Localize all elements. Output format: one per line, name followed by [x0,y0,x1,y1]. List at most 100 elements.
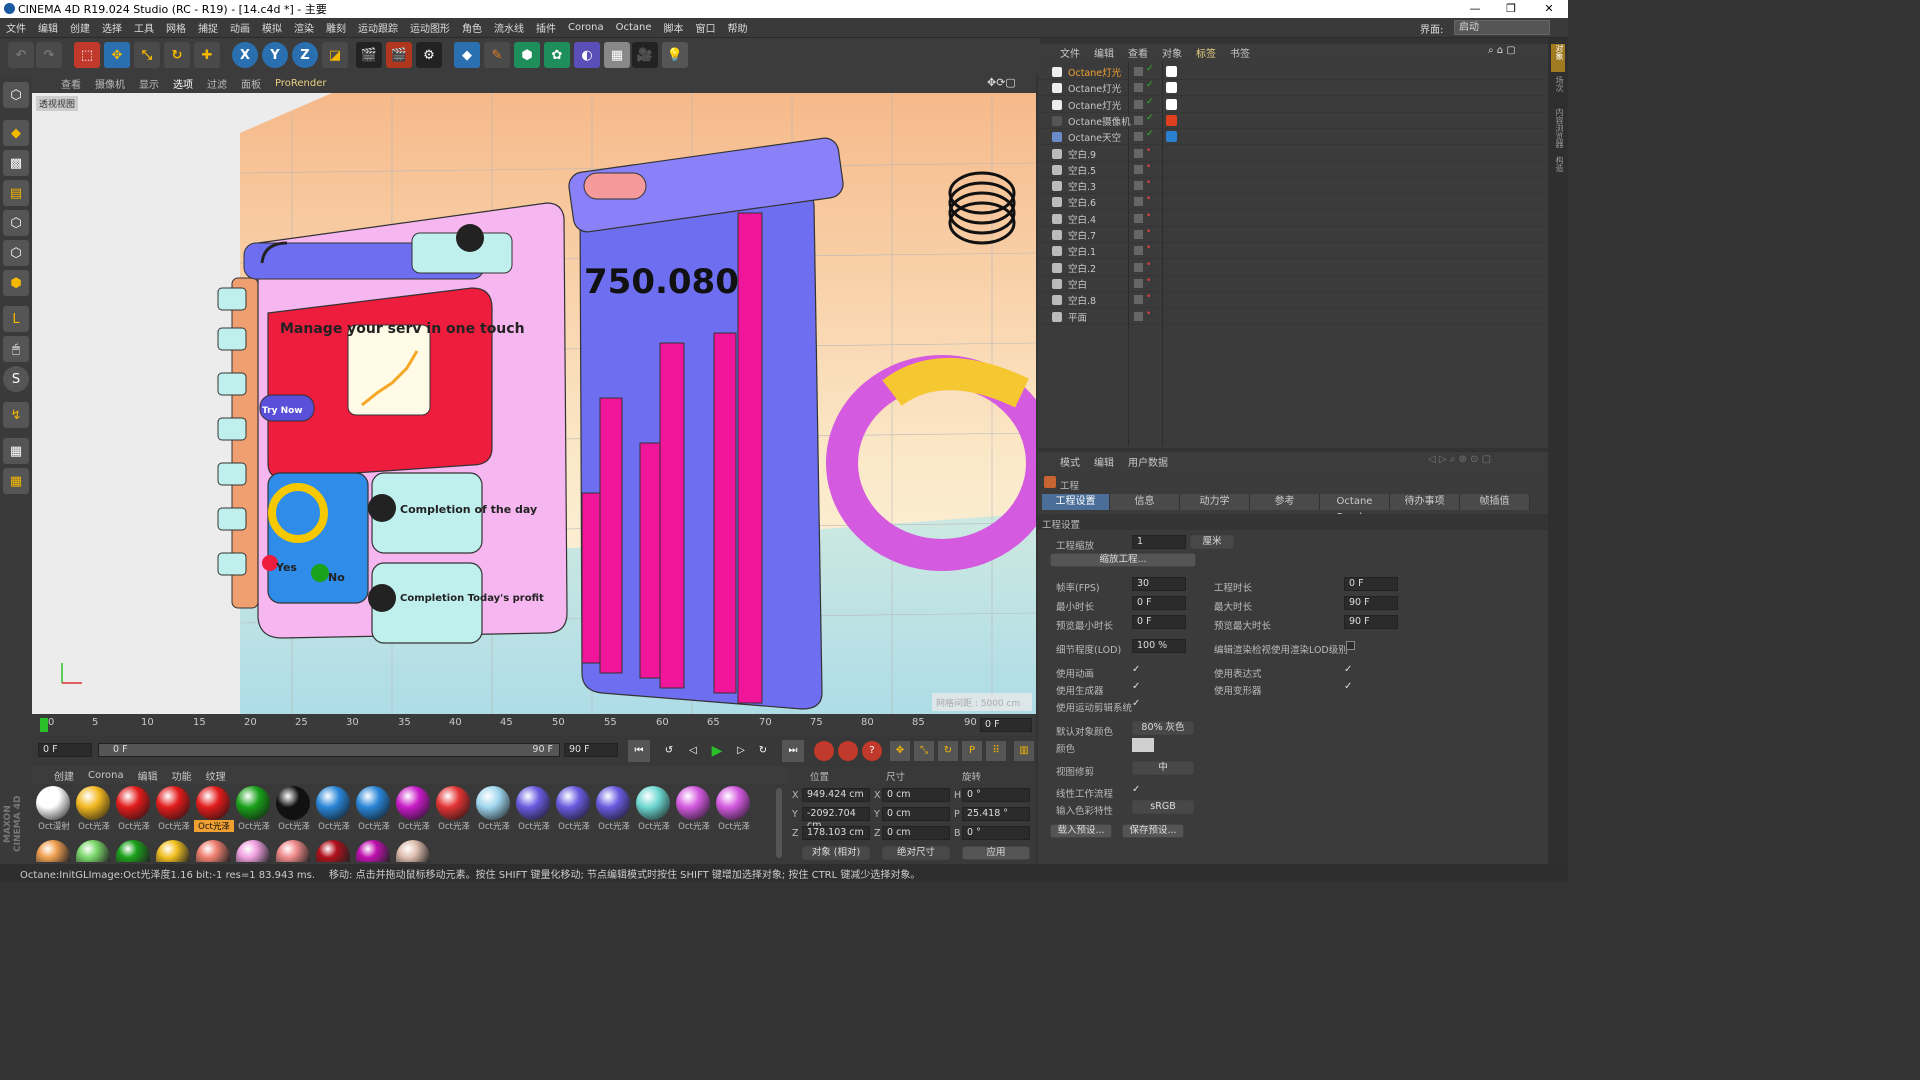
octane-tag-icon[interactable] [1166,98,1177,110]
use-deformers-checkbox[interactable]: ✓ [1344,681,1352,692]
octane-tag-icon[interactable] [1166,131,1177,143]
menu-tools[interactable]: 工具 [128,20,160,35]
step-back-icon[interactable]: ◁ [682,740,704,762]
object-row[interactable]: 空白.4 • [1038,211,1548,227]
workplane-lock-icon[interactable]: ▦ [3,438,29,464]
vp-menu-filter[interactable]: 过滤 [200,76,234,91]
goto-start-icon[interactable]: ⏮ [628,740,650,762]
scale-icon[interactable]: ⤡ [134,42,160,68]
strip-tab-objects[interactable]: 对象 [1551,44,1565,72]
render-view-icon[interactable]: 🎬 [356,42,382,68]
default-color-dropdown[interactable]: 80% 灰色 [1132,721,1194,735]
goto-end-icon[interactable]: ⏭ [782,740,804,762]
menu-mesh[interactable]: 网格 [160,20,192,35]
object-row[interactable]: 空白.7 • [1038,227,1548,243]
material-swatch[interactable]: Oct漫射 [34,786,72,832]
object-row[interactable]: 平面 • [1038,309,1548,325]
visibility-icon[interactable]: • [1146,194,1151,204]
scene-render[interactable]: Manage your serv in one touch Try Now Ye… [32,93,1036,714]
autokey-icon[interactable] [838,741,858,761]
undo-icon[interactable]: ↶ [8,42,34,68]
strip-tab-content-browser[interactable]: 内容浏览器 [1551,108,1565,152]
layer-icon[interactable] [1134,213,1143,223]
object-row[interactable]: 空白.9 • [1038,146,1548,162]
visibility-icon[interactable]: ✓ [1146,113,1154,123]
menu-create[interactable]: 创建 [64,20,96,35]
light-icon[interactable]: 💡 [662,42,688,68]
menu-window[interactable]: 窗口 [690,20,722,35]
visibility-icon[interactable]: • [1146,162,1151,172]
vp-menu-panel[interactable]: 面板 [234,76,268,91]
deformer-icon[interactable]: ◐ [574,42,600,68]
size-x-field[interactable]: 0 cm [882,788,950,802]
layer-icon[interactable] [1134,295,1143,305]
material-swatch[interactable]: Oct光泽 [514,786,552,832]
attr-menu-userdata[interactable]: 用户数据 [1128,454,1168,469]
y-axis-icon[interactable]: Y [262,42,288,68]
object-row[interactable]: 空白.5 • [1038,162,1548,178]
menu-help[interactable]: 帮助 [722,20,754,35]
vp-menu-options[interactable]: 选项 [166,76,200,91]
rotation-h-field[interactable]: 0 ° [962,788,1030,802]
scale-unit-dropdown[interactable]: 厘米 [1190,535,1234,549]
use-expressions-checkbox[interactable]: ✓ [1344,664,1352,675]
vp-menu-view[interactable]: 查看 [54,76,88,91]
view-clip-dropdown[interactable]: 中 [1132,761,1194,775]
coordinate-system-icon[interactable]: ◪ [322,42,348,68]
size-mode-dropdown[interactable]: 绝对尺寸 [882,846,950,860]
preview-min-field[interactable]: 0 F [1132,615,1186,629]
obj-menu-object[interactable]: 对象 [1162,45,1182,60]
visibility-icon[interactable]: • [1146,227,1151,237]
scale-field[interactable]: 1 [1132,535,1186,549]
layout-dropdown[interactable]: 启动 [1454,20,1550,35]
scale-project-button[interactable]: 缩放工程... [1050,553,1196,567]
material-swatch[interactable]: Oct光泽 [674,786,712,832]
key-rotation-icon[interactable]: ↻ [938,741,958,761]
object-row[interactable]: Octane灯光 ✓ [1038,97,1548,113]
mat-menu-edit[interactable]: 编辑 [138,768,158,783]
minimize-button[interactable]: — [1460,0,1490,18]
tab-dynamics[interactable]: 动力学 [1180,494,1250,510]
vp-menu-prorender[interactable]: ProRender [268,78,333,89]
timeline-icon[interactable]: ▥ [1014,741,1034,761]
fps-field[interactable]: 30 [1132,577,1186,591]
menu-render[interactable]: 渲染 [288,20,320,35]
solo-icon[interactable]: S [3,366,29,392]
position-x-field[interactable]: 949.424 cm [802,788,870,802]
tab-octane-render[interactable]: Octane Render [1320,494,1390,523]
model-mode-icon[interactable]: ◆ [3,120,29,146]
layer-icon[interactable] [1134,278,1143,288]
material-scrollbar[interactable] [776,788,782,858]
visibility-icon[interactable]: • [1146,243,1151,253]
menu-mograph[interactable]: 运动图形 [404,20,456,35]
use-animation-checkbox[interactable]: ✓ [1132,664,1140,675]
object-row[interactable]: Octane灯光 ✓ [1038,64,1548,80]
vp-menu-display[interactable]: 显示 [132,76,166,91]
min-time-field[interactable]: 0 F [1132,596,1186,610]
layer-icon[interactable] [1134,99,1143,109]
menu-pipeline[interactable]: 流水线 [488,20,530,35]
material-swatch[interactable]: Oct光泽 [554,786,592,832]
obj-menu-file[interactable]: 文件 [1060,45,1080,60]
step-forward-icon[interactable]: ▷ [730,740,752,762]
octane-tag-icon[interactable] [1166,114,1177,126]
mat-menu-corona[interactable]: Corona [88,770,124,781]
menu-corona[interactable]: Corona [562,22,610,33]
move-icon[interactable]: ✥ [104,42,130,68]
menu-simulate[interactable]: 模拟 [256,20,288,35]
material-swatch[interactable] [394,840,432,864]
material-swatch[interactable]: Oct光泽 [634,786,672,832]
material-swatch[interactable]: Oct光泽 [594,786,632,832]
menu-file[interactable]: 文件 [0,20,32,35]
material-swatch[interactable]: Oct光泽 [274,786,312,832]
edges-mode-icon[interactable]: ⬡ [3,240,29,266]
start-frame-field[interactable]: 0 F [38,743,92,757]
object-row[interactable]: Octane天空 ✓ [1038,129,1548,146]
layer-icon[interactable] [1134,181,1143,191]
array-icon[interactable]: ✿ [544,42,570,68]
polygons-mode-icon[interactable]: ⬢ [3,270,29,296]
menu-motion-tracking[interactable]: 运动跟踪 [352,20,404,35]
frame-range-slider[interactable]: 0 F 90 F [98,743,560,757]
menu-snap[interactable]: 捕捉 [192,20,224,35]
octane-tag-icon[interactable] [1166,82,1177,94]
